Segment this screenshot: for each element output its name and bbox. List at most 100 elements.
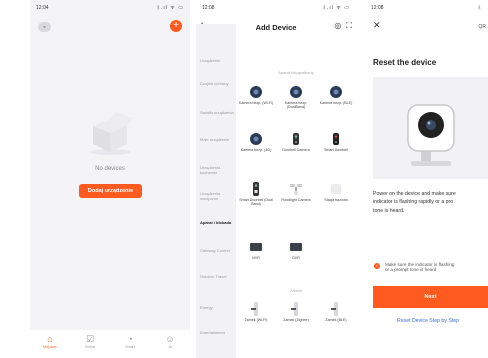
scene-icon: ☑: [85, 333, 95, 344]
device-name: Stacja bazowa: [324, 198, 348, 202]
add-device-button[interactable]: Dodaj urządzenie: [79, 184, 142, 198]
instruction-line: indicator is flashing rapidly or a pro: [373, 199, 454, 206]
home-screen: 12:04 ᛒ.ıl ᯤ ▭ ◒ + No devices Dodaj urzą…: [30, 0, 190, 358]
device-item[interactable]: Zamek (Zigbee): [278, 302, 314, 322]
profile-icon: ☺: [165, 334, 175, 344]
category-item[interactable]: Światło urządzenia: [200, 110, 234, 115]
home-header: ◒ +: [30, 16, 190, 40]
device-name: Kamera bezp. (BLE): [319, 101, 353, 105]
qr-mode-link[interactable]: QR: [479, 24, 487, 30]
lock-icon: [329, 302, 343, 316]
doorbell-icon: [289, 132, 303, 146]
category-item-selected[interactable]: Aparat i blokada: [200, 220, 234, 225]
camera-icon: [249, 85, 263, 99]
device-name: Smart Doorbell: [324, 148, 348, 152]
tab-home[interactable]: ⌂ Mój dom: [35, 334, 65, 349]
screenshot-stage: 12:04 ᛒ.ıl ᯤ ▭ ◒ + No devices Dodaj urzą…: [0, 0, 488, 358]
tab-smart[interactable]: ◔ Smart: [115, 334, 145, 349]
device-name: DVR: [292, 256, 300, 260]
status-icons: ᛒ: [477, 5, 482, 11]
category-item[interactable]: Czujnik ochrony: [200, 81, 234, 86]
tab-profile-label: Ja: [168, 345, 172, 349]
status-bar: 12:04 ᛒ.ıl ᯤ ▭: [30, 0, 190, 16]
device-item[interactable]: DVR: [278, 240, 314, 260]
device-item[interactable]: Zamek (BLE): [318, 302, 354, 322]
device-name: Kamera bezp. (4G): [240, 148, 272, 152]
category-item[interactable]: Urządzenie: [200, 58, 234, 63]
device-item[interactable]: NVR: [238, 240, 274, 260]
device-item[interactable]: Smart Doorbell: [318, 132, 354, 152]
lock-icon: [289, 302, 303, 316]
device-item[interactable]: Floodlight Camera: [278, 182, 314, 202]
close-icon[interactable]: ✕: [373, 20, 381, 31]
checkmark-icon[interactable]: ✓: [374, 263, 380, 269]
tab-smart-label: Smart: [125, 345, 135, 349]
camera-icon: [329, 85, 343, 99]
device-name: Kamera bezp. (Wi-Fi): [238, 101, 274, 105]
family-avatar-icon[interactable]: ◒: [38, 22, 51, 32]
home-icon: ⌂: [47, 334, 53, 344]
tab-home-label: Mój dom: [43, 345, 57, 349]
device-grid: Aparat fotograficzny Kamera bezp. (Wi-Fi…: [236, 24, 356, 358]
section-title-lock: Zamek: [289, 288, 303, 293]
add-device-plus-button[interactable]: +: [170, 20, 182, 32]
status-icons: ᛒ.ıl ᯤ ▭: [157, 5, 184, 11]
tab-scene[interactable]: ☑ Scena: [75, 333, 105, 350]
reset-instructions: Power on the device and make sure indica…: [373, 190, 488, 215]
doorbell-icon: [329, 132, 343, 146]
device-name: Floodlight Camera: [281, 198, 311, 202]
instruction-line: tone is heard.: [373, 207, 405, 214]
status-time: 12:08: [371, 5, 384, 11]
camera-icon: [249, 132, 263, 146]
category-item[interactable]: Gateway Control: [200, 248, 234, 253]
empty-box-icon: [87, 112, 133, 155]
category-item[interactable]: Outdoor Travel: [200, 274, 234, 279]
device-item[interactable]: Smart Doorbell (Dual Band): [238, 182, 274, 207]
status-bar: 12:08 ᛒ: [365, 0, 488, 16]
doorbell-icon: [249, 182, 263, 196]
device-name: Kamera bezp. (DualBand): [284, 101, 308, 110]
status-time: 12:08: [202, 5, 215, 11]
confirm-line: or a prompt tone is heard: [385, 267, 437, 273]
device-item[interactable]: Zamek (Wi-Fi): [238, 302, 274, 322]
confirm-text: Make sure the indicator is flashing or a…: [385, 262, 454, 273]
bottom-tab-bar: ⌂ Mój dom ☑ Scena ◔ Smart ☺ Ja: [30, 330, 190, 358]
security-camera-icon: [407, 104, 455, 166]
lock-icon: [249, 302, 263, 316]
confirm-checkbox-row[interactable]: ✓ Make sure the indicator is flashing or…: [374, 262, 454, 273]
next-button[interactable]: Next: [373, 286, 488, 308]
device-item[interactable]: Kamera bezp. (DualBand): [278, 85, 314, 110]
category-item[interactable]: Energy: [200, 305, 234, 310]
category-item[interactable]: Urządzenia medyczne: [200, 191, 234, 201]
device-item[interactable]: Kamera bezp. (Wi-Fi): [238, 85, 274, 105]
category-item[interactable]: Entertainment: [200, 330, 234, 335]
reset-steps-link[interactable]: Reset Device Step by Step: [397, 318, 459, 324]
device-item[interactable]: Kamera bezp. (4G): [238, 132, 274, 152]
device-name: Smart Doorbell (Dual Band): [239, 198, 273, 207]
floodlight-icon: [289, 182, 303, 196]
device-name: Zamek (Zigbee): [283, 318, 309, 322]
device-item[interactable]: Doorbell Camera: [278, 132, 314, 152]
base-station-icon: [329, 182, 343, 196]
instruction-line: Power on the device and make sure: [373, 191, 456, 197]
device-item[interactable]: Stacja bazowa: [318, 182, 354, 202]
device-item[interactable]: Kamera bezp. (BLE): [318, 85, 354, 105]
device-name: NVR: [252, 256, 260, 260]
reset-device-screen: 12:08 ᛒ ✕ QR Reset the device Power on t…: [365, 0, 488, 358]
status-bar: 12:08 ᛒ.ıl ᯤ ▭: [196, 0, 356, 16]
recorder-icon: [289, 240, 303, 254]
camera-illustration: [373, 77, 488, 179]
page-title: Reset the device: [373, 58, 437, 67]
tab-profile[interactable]: ☺ Ja: [155, 334, 185, 349]
section-title-camera: Aparat fotograficzny: [278, 70, 314, 75]
category-item[interactable]: Urządzenia kuchenne: [200, 165, 234, 175]
recorder-icon: [249, 240, 263, 254]
tab-scene-label: Scena: [85, 345, 95, 349]
device-name: Doorbell Camera: [282, 148, 310, 152]
category-list: Urządzenie Czujnik ochrony Światło urząd…: [196, 24, 236, 358]
smart-icon: ◔: [127, 334, 133, 344]
category-item[interactable]: Małe urządzenie: [200, 137, 234, 142]
camera-icon: [289, 85, 303, 99]
status-time: 12:04: [36, 5, 49, 11]
add-device-screen: 12:08 ᛒ.ıl ᯤ ▭ ‹ Add Device ◎ ⛶ Urządzen…: [196, 0, 356, 358]
